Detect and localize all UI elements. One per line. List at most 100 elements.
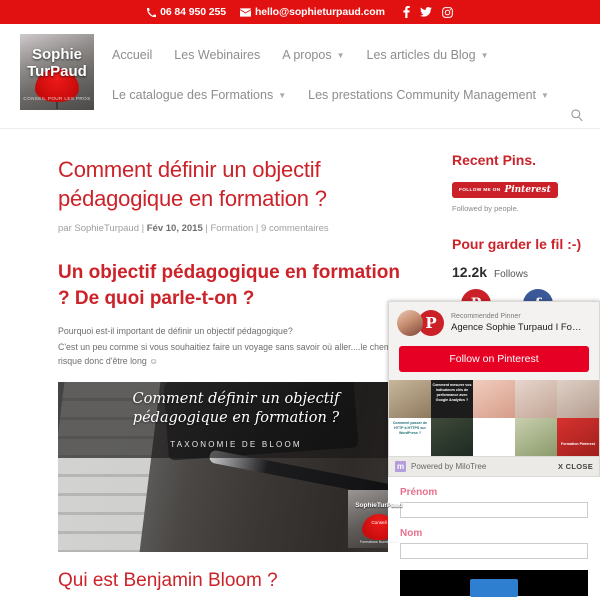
paragraph-1: Pourquoi est-il important de définir un … — [58, 326, 293, 336]
featured-title-line1: Comment définir un objectif — [132, 391, 340, 407]
follow-me-on-pinterest-badge[interactable]: FOLLOW ME ON Pinterest — [452, 182, 558, 198]
watermark-line1: SophieTurPaud — [355, 502, 403, 509]
newsletter-form: Prénom Nom — [388, 477, 600, 597]
nav-item-les-articles-du-blog[interactable]: Les articles du Blog ▼ — [367, 48, 489, 62]
site-header: Sophie TurPaud CONSEIL POUR LES PROS Acc… — [0, 24, 600, 129]
chevron-down-icon: ▼ — [278, 90, 287, 100]
article-column: Comment définir un objectif pédagogique … — [0, 129, 440, 600]
top-social-links — [403, 6, 453, 18]
nav-label: Le catalogue des Formations — [112, 88, 274, 102]
chevron-down-icon: ▼ — [480, 50, 489, 60]
pin-thumbnail[interactable]: Comment passer de HTTP à HTTPS sur WordP… — [389, 418, 431, 456]
logo-name-line2: TurPaud — [27, 63, 87, 80]
meta-sep-1: | — [139, 223, 147, 234]
meta-comments[interactable]: 9 commentaires — [261, 223, 329, 234]
pin-thumbnail[interactable] — [473, 418, 515, 456]
recommended-pinner-label: Recommended Pinner — [451, 313, 521, 320]
search-icon[interactable] — [570, 108, 586, 124]
email-item[interactable]: hello@sophieturpaud.com — [239, 6, 385, 18]
phone-icon — [147, 7, 157, 17]
nav-row-1: Accueil Les Webinaires A propos ▼ Les ar… — [112, 48, 600, 62]
logo-name-line1: Sophie — [31, 46, 82, 63]
pin-thumbnail[interactable] — [389, 380, 431, 418]
milotree-popup: P Recommended Pinner Agence Sophie Turpa… — [388, 301, 600, 477]
pin-badge-brand: Pinterest — [504, 185, 551, 195]
powered-by-text: Powered by MiloTree — [411, 462, 487, 471]
nav-item-catalogue-formations[interactable]: Le catalogue des Formations ▼ — [112, 88, 286, 102]
nav-item-les-webinaires[interactable]: Les Webinaires — [174, 48, 260, 62]
featured-image-subtitle: TAXONOMIE DE BLOOM — [170, 440, 302, 449]
twitter-icon[interactable] — [419, 7, 432, 17]
pin-thumbnail-grid: Comment mesurer vos indicateurs clés de … — [389, 380, 599, 456]
logo-name: Sophie TurPaud — [20, 46, 94, 80]
follows-label: Follows — [494, 269, 528, 280]
post-meta: par SophieTurpaud | Fév 10, 2015 | Forma… — [58, 223, 416, 234]
firstname-input[interactable] — [400, 502, 588, 518]
instagram-icon[interactable] — [442, 6, 453, 18]
nav-label: Accueil — [112, 48, 153, 62]
meta-date: Fév 10, 2015 — [146, 223, 203, 234]
follow-on-pinterest-button[interactable]: Follow on Pinterest — [399, 346, 589, 372]
sidebar: Recent Pins. FOLLOW ME ON Pinterest Foll… — [388, 129, 600, 600]
page-body: Comment définir un objectif pédagogique … — [0, 129, 600, 600]
lastname-input[interactable] — [400, 542, 588, 559]
phone-number: 06 84 950 255 — [160, 6, 226, 18]
pin-thumbnail[interactable]: Comment mesurer vos indicateurs clés de … — [431, 380, 473, 418]
pin-thumbnail[interactable] — [557, 380, 599, 418]
logo-tagline: CONSEIL POUR LES PROS — [23, 96, 91, 101]
nav-item-a-propos[interactable]: A propos ▼ — [282, 48, 344, 62]
nav-item-accueil[interactable]: Accueil — [112, 48, 152, 62]
milotree-logo-icon: m — [395, 461, 406, 472]
section-heading-objectif: Un objectif pédagogique en formation ? D… — [58, 262, 400, 309]
email-address: hello@sophieturpaud.com — [254, 6, 385, 18]
widget-title-recent-pins: Recent Pins. — [452, 152, 537, 168]
nav-item-prestations-community-management[interactable]: Les prestations Community Management ▼ — [308, 88, 549, 102]
phone-item[interactable]: 06 84 950 255 — [147, 6, 226, 18]
widget-title-pour-garder-le-fil: Pour garder le fil :-) — [452, 236, 582, 252]
pin-thumbnail[interactable] — [515, 380, 557, 418]
submit-button[interactable] — [470, 579, 518, 597]
nav-label: Les prestations Community Management — [308, 88, 537, 102]
milotree-header: P Recommended Pinner Agence Sophie Turpa… — [389, 302, 599, 340]
nav-row-2: Le catalogue des Formations ▼ Les presta… — [112, 88, 600, 102]
featured-image-title: Comment définir un objectif pédagogique … — [58, 390, 414, 428]
pin-thumbnail[interactable] — [473, 380, 515, 418]
follows-count: 12.2k — [452, 264, 488, 280]
meta-by-prefix: par — [58, 223, 75, 234]
lastname-label: Nom — [400, 527, 423, 539]
close-button[interactable]: X CLOSE — [558, 462, 593, 471]
featured-title-line2: pédagogique en formation ? — [132, 410, 340, 426]
chevron-down-icon: ▼ — [336, 50, 345, 60]
meta-author[interactable]: SophieTurpaud — [74, 223, 139, 234]
section-heading-bloom: Qui est Benjamin Bloom ? — [58, 570, 278, 591]
meta-sep-2: | — [202, 223, 211, 234]
facebook-icon[interactable] — [403, 6, 410, 18]
site-logo[interactable]: Sophie TurPaud CONSEIL POUR LES PROS — [20, 34, 94, 110]
pin-caption: Comment mesurer vos indicateurs clés de … — [432, 383, 472, 402]
pin-badge-prefix: FOLLOW ME ON — [459, 187, 501, 193]
milotree-footer: m Powered by MiloTree X CLOSE — [389, 456, 599, 476]
avatar — [397, 310, 423, 336]
watermark-line3: Formations Numériques — [359, 540, 399, 544]
watermark-line2: Conseil — [371, 520, 387, 525]
nav-label: Les articles du Blog — [366, 48, 476, 62]
newsletter-submit-bar — [400, 570, 588, 597]
pin-caption: Formation Pinterest — [561, 442, 595, 446]
pin-thumbnail[interactable]: Formation Pinterest — [557, 418, 599, 456]
followed-by-text: Followed by people. — [452, 204, 519, 213]
featured-image[interactable]: Comment définir un objectif pédagogique … — [58, 382, 414, 552]
envelope-icon — [239, 7, 251, 17]
top-contact-bar: 06 84 950 255 hello@sophieturpaud.com — [0, 0, 600, 24]
powered-by-group: m Powered by MiloTree — [395, 461, 486, 472]
chevron-down-icon: ▼ — [541, 90, 549, 100]
meta-sep-3: | — [253, 223, 262, 234]
nav-label: Les Webinaires — [174, 48, 261, 62]
pin-thumbnail[interactable] — [431, 418, 473, 456]
pin-caption: Comment passer de HTTP à HTTPS sur WordP… — [392, 421, 428, 435]
follows-summary: 12.2k Follows — [452, 264, 590, 280]
pinner-name: Agence Sophie Turpaud I Fo… — [451, 322, 582, 333]
nav-label: A propos — [282, 48, 332, 62]
pin-thumbnail[interactable] — [515, 418, 557, 456]
meta-category[interactable]: Formation — [211, 223, 254, 234]
firstname-label: Prénom — [400, 487, 438, 498]
